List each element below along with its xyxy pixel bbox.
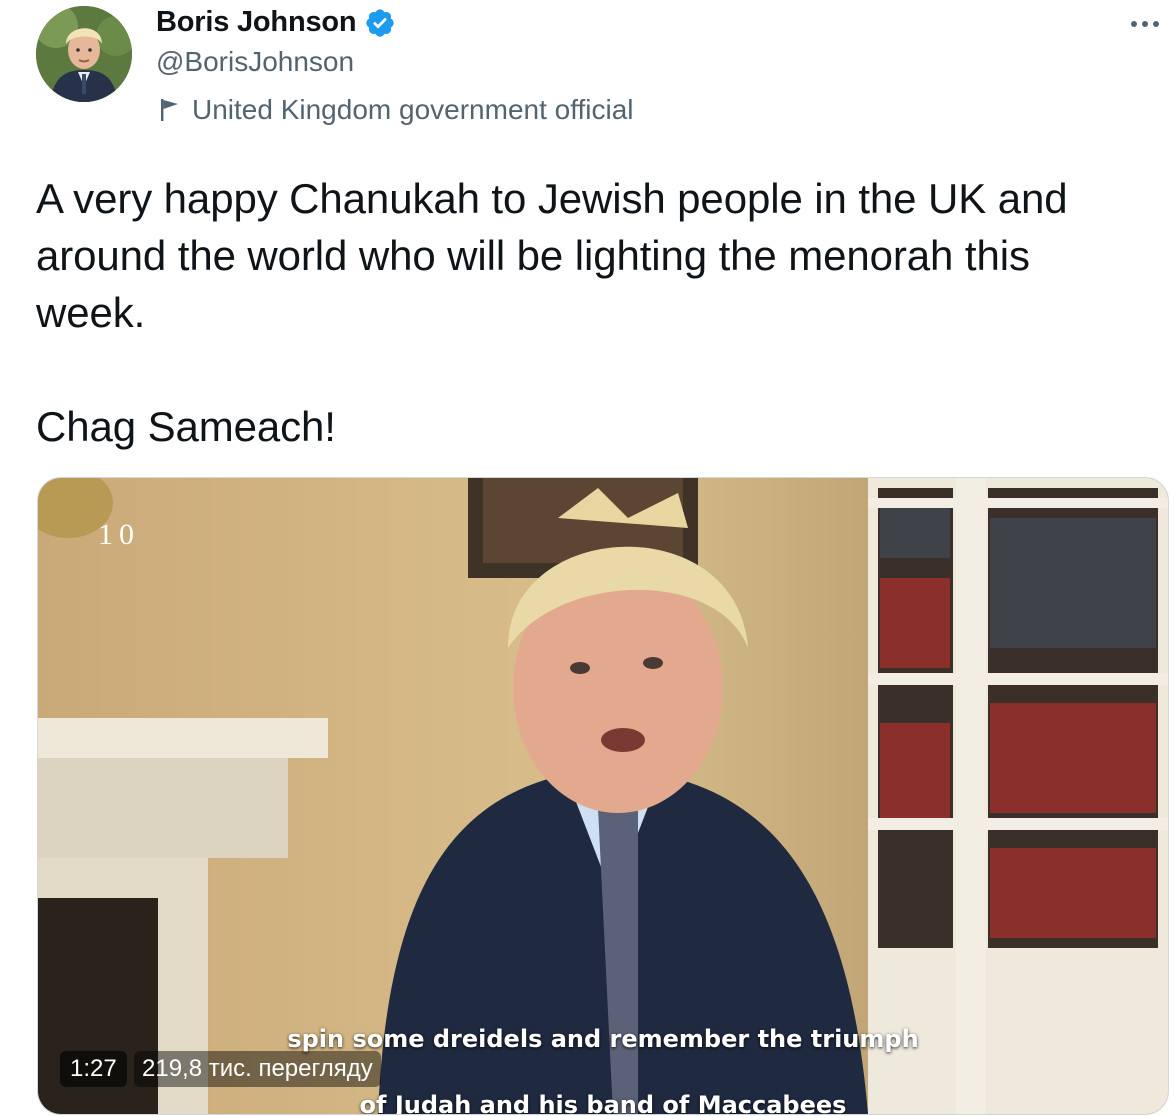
video-view-count: 219,8 тис. перегляду <box>134 1051 381 1087</box>
verified-badge-icon[interactable] <box>364 7 396 39</box>
author-avatar[interactable] <box>36 6 132 102</box>
author-handle[interactable]: @BorisJohnson <box>156 46 354 78</box>
more-options-icon-dot <box>1153 21 1159 27</box>
author-name[interactable]: Boris Johnson <box>156 6 357 39</box>
more-options-button[interactable] <box>1122 6 1168 42</box>
affiliation-label-text: United Kingdom government official <box>192 94 634 125</box>
video-player[interactable]: 10 spin some dreidels and remember the t… <box>37 477 1169 1115</box>
flag-icon <box>161 99 178 121</box>
tweet-text: A very happy Chanukah to Jewish people i… <box>36 170 1166 455</box>
subtitle-line: of Judah and his band of Maccabees <box>359 1091 847 1115</box>
video-duration: 1:27 <box>60 1051 127 1087</box>
more-options-icon-dot <box>1142 21 1148 27</box>
tweet-text-line: A very happy Chanukah to Jewish people i… <box>36 175 1068 222</box>
more-options-icon <box>1131 21 1137 27</box>
tweet-text-line: around the world who will be lighting th… <box>36 232 1030 279</box>
tweet-text-line: Chag Sameach! <box>36 403 336 450</box>
tweet-text-line: week. <box>36 289 146 336</box>
avatar-image <box>36 6 132 102</box>
number-10-logo: 10 <box>98 518 140 551</box>
affiliation-label: United Kingdom government official <box>158 94 634 126</box>
author-name-row: Boris Johnson <box>156 6 396 39</box>
